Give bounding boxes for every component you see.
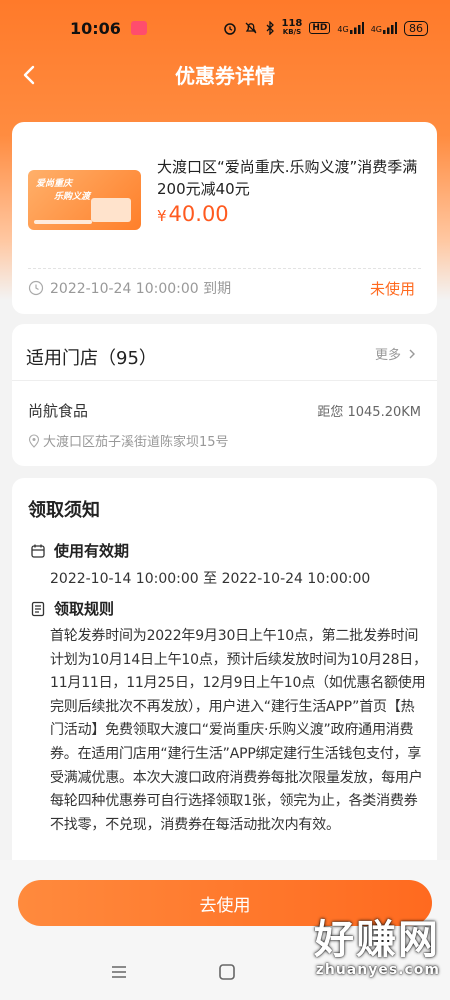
validity-section-title: 使用有效期 [30, 540, 129, 561]
more-stores-link[interactable]: 更多 [375, 344, 419, 363]
nav-bar: 优惠券详情 [0, 56, 450, 96]
page-title: 优惠券详情 [175, 64, 275, 88]
chevron-right-icon [409, 349, 415, 358]
expire-text: 2022-10-24 10:00:00 到期 [50, 281, 232, 297]
notice-card: 领取须知 使用有效期 2022-10-14 10:00:00 至 2022-10… [12, 478, 437, 878]
notification-app-icon [130, 21, 147, 35]
watermark-url: zhuanyes.com [315, 962, 440, 978]
bluetooth-icon [266, 21, 274, 35]
status-bar: 10:06 118 KB/S HD 4G 4G 86 [0, 0, 450, 56]
divider [12, 380, 437, 381]
notice-heading: 领取须知 [28, 500, 100, 521]
hd-icon: HD [309, 22, 331, 34]
coupon-status: 未使用 [369, 280, 415, 298]
watermark: 好赚网 zhuanyes.com [314, 918, 440, 978]
alarm-icon [223, 23, 236, 35]
expire-row: 2022-10-24 10:00:00 到期 [28, 278, 231, 298]
coupon-image: 爱尚重庆 乐购义渡 [28, 170, 141, 230]
coupon-price: ¥40.00 [157, 202, 229, 226]
document-icon [31, 601, 45, 616]
mute-icon [245, 22, 256, 34]
battery-icon: 86 [404, 20, 428, 36]
rules-section-title: 领取规则 [30, 598, 114, 619]
validity-text: 2022-10-14 10:00:00 至 2022-10-24 10:00:0… [50, 571, 371, 587]
store-address: 大渡口区茄子溪街道陈家坝15号 [28, 431, 229, 450]
signal-icon: 4G [337, 22, 364, 34]
status-icons: 118 KB/S HD 4G 4G 86 [223, 19, 428, 37]
watermark-logo-text: 好赚网 [314, 917, 440, 963]
clock-icon [28, 280, 44, 296]
rules-text: 首轮发券时间为2022年9月30日上午10点，第二批发券时间计划为10月14日上… [50, 628, 427, 833]
store-card: 适用门店（95） 更多 尚航食品 距您 1045.20KM 大渡口区茄子溪街道陈… [12, 324, 437, 466]
calendar-icon [31, 544, 45, 558]
divider [28, 268, 421, 269]
net-speed: 118 KB/S [281, 18, 303, 37]
coupon-card: 爱尚重庆 乐购义渡 大渡口区“爱尚重庆.乐购义渡”消费季满200元减40元 ¥4… [12, 122, 437, 314]
status-time: 10:06 [70, 18, 121, 38]
store-distance: 距您 1045.20KM [317, 405, 421, 420]
coupon-title: 大渡口区“爱尚重庆.乐购义渡”消费季满200元减40元 [157, 158, 418, 198]
store-name: 尚航食品 [28, 402, 89, 420]
home-icon[interactable] [212, 960, 242, 984]
signal-icon-2: 4G [371, 22, 397, 34]
menu-icon[interactable] [104, 960, 134, 984]
store-heading: 适用门店（95） [26, 348, 157, 369]
location-pin-icon [28, 433, 40, 448]
